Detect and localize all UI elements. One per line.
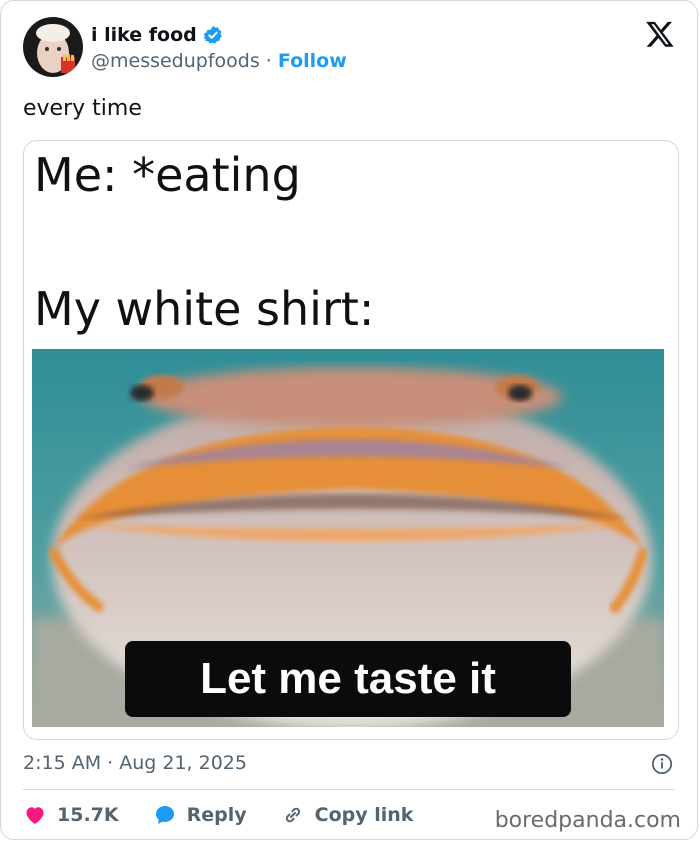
info-icon[interactable] (651, 753, 673, 775)
tweet-actions: 15.7K Reply Copy link (23, 801, 447, 829)
reply-button[interactable]: Reply (153, 803, 247, 827)
heart-icon (26, 807, 44, 824)
avatar[interactable] (23, 17, 83, 77)
tweet-text: every time (23, 96, 142, 121)
like-count: 15.7K (57, 804, 119, 826)
tweet-timestamp[interactable]: 2:15 AM · Aug 21, 2025 (23, 751, 247, 775)
handle-separator: · (265, 50, 272, 72)
author-handle[interactable]: @messedupfoods (91, 49, 260, 73)
copy-link-button[interactable]: Copy link (281, 803, 414, 827)
author-name-text: i like food (91, 24, 197, 46)
meme-text-top: Me: *eating (34, 148, 301, 202)
tweet-card: i like food @messedupfoods · Follow ever… (0, 0, 698, 840)
like-button[interactable]: 15.7K (23, 803, 119, 827)
divider (23, 789, 675, 790)
tweet-media[interactable]: Me: *eating My white shirt: Let me taste… (23, 140, 679, 740)
verified-badge-icon (203, 25, 222, 44)
meme-caption: Let me taste it (125, 641, 571, 717)
reply-bubble-icon (155, 806, 174, 824)
x-logo-icon[interactable] (645, 19, 675, 49)
follow-button[interactable]: Follow (278, 49, 347, 73)
meme-text-middle: My white shirt: (34, 282, 375, 336)
copy-link-label: Copy link (314, 804, 414, 826)
reply-label: Reply (186, 804, 247, 826)
link-icon (285, 807, 300, 823)
author-name[interactable]: i like food (91, 23, 223, 47)
handle-row: @messedupfoods · Follow (91, 49, 347, 73)
watermark: boredpanda.com (494, 808, 681, 833)
